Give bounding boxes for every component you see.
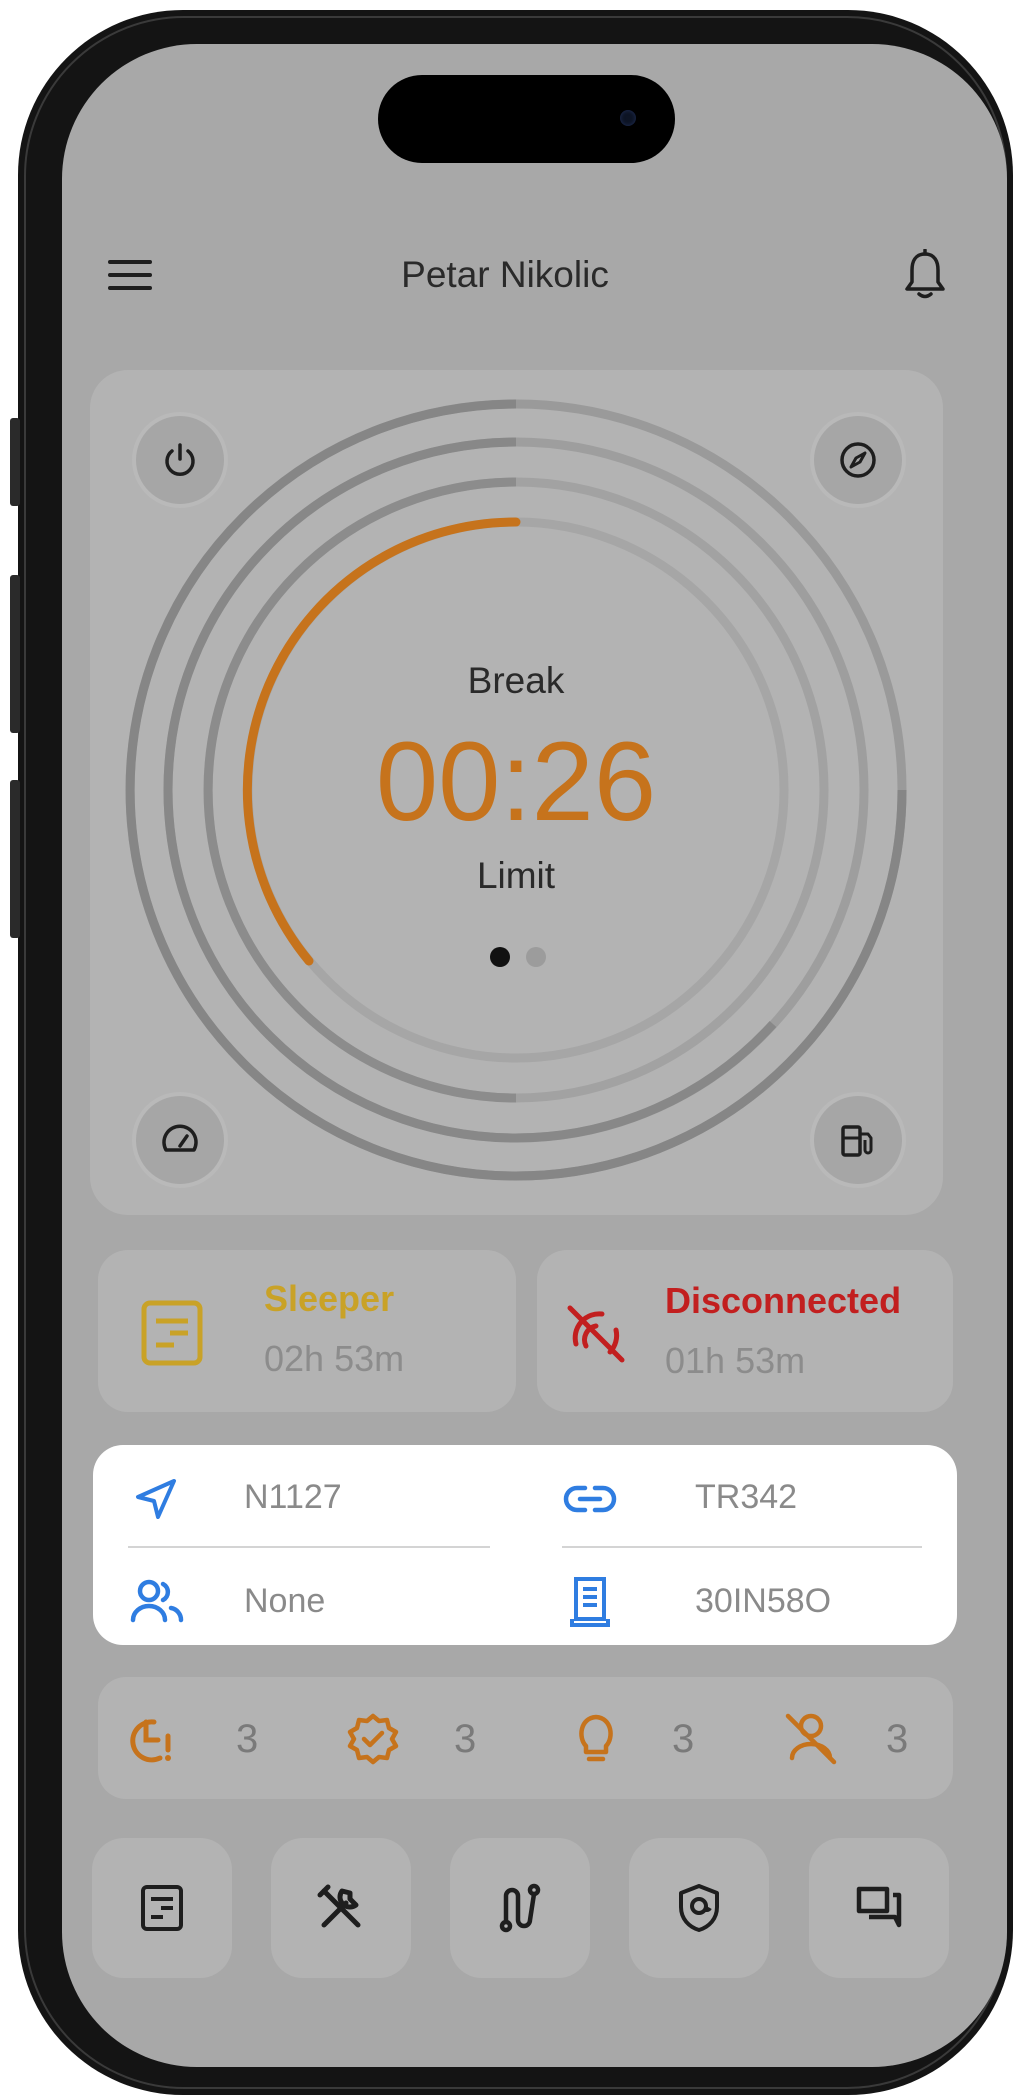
nav-inspection-button[interactable] bbox=[629, 1838, 769, 1978]
shipping-doc-icon bbox=[564, 1572, 616, 1632]
disconnected-title: Disconnected bbox=[665, 1280, 902, 1321]
page-dot[interactable] bbox=[526, 947, 546, 967]
sleeper-title: Sleeper bbox=[264, 1278, 395, 1319]
front-camera bbox=[620, 110, 636, 126]
page-dot-active[interactable] bbox=[490, 947, 510, 967]
sleeper-log-icon bbox=[134, 1295, 210, 1371]
certified-count: 3 bbox=[454, 1717, 477, 1761]
compass-icon bbox=[840, 442, 876, 478]
fuel-pump-icon bbox=[841, 1125, 873, 1157]
timer-sub-label: Limit bbox=[476, 855, 556, 896]
violation-count: 3 bbox=[236, 1717, 259, 1761]
violation-timer-icon[interactable] bbox=[122, 1712, 178, 1768]
info-divider-left bbox=[128, 1546, 490, 1548]
logs-icon bbox=[141, 1885, 183, 1931]
info-divider-right bbox=[562, 1546, 922, 1548]
speedometer-icon bbox=[162, 1124, 198, 1152]
messages-icon bbox=[856, 1886, 902, 1928]
power-button[interactable] bbox=[136, 416, 224, 504]
bell-icon[interactable] bbox=[893, 240, 957, 310]
unassigned-count: 3 bbox=[886, 1717, 909, 1761]
lightbulb-icon[interactable] bbox=[572, 1710, 620, 1768]
nav-route-button[interactable] bbox=[450, 1838, 590, 1978]
inspection-shield-icon bbox=[679, 1884, 719, 1932]
action-button bbox=[10, 418, 20, 506]
link-icon bbox=[560, 1473, 620, 1525]
fuel-button[interactable] bbox=[814, 1096, 902, 1184]
timer-value: 00:26 bbox=[375, 719, 657, 844]
route-icon bbox=[499, 1883, 541, 1933]
unassigned-driver-icon[interactable] bbox=[780, 1708, 842, 1770]
nav-messages-button[interactable] bbox=[809, 1838, 949, 1978]
volume-down-button bbox=[10, 780, 20, 938]
disconnected-duration: 01h 53m bbox=[665, 1340, 806, 1381]
shipping-doc-value[interactable]: 30IN58O bbox=[695, 1582, 831, 1621]
co-driver-value[interactable]: None bbox=[244, 1582, 325, 1621]
vehicle-id[interactable]: N1127 bbox=[244, 1478, 342, 1517]
compass-button[interactable] bbox=[814, 416, 902, 504]
volume-up-button bbox=[10, 575, 20, 733]
lightbulb-count: 3 bbox=[672, 1717, 695, 1761]
trailer-id[interactable]: TR342 bbox=[695, 1478, 797, 1517]
co-driver-icon bbox=[127, 1575, 187, 1627]
tools-icon bbox=[317, 1884, 361, 1928]
nav-logs-button[interactable] bbox=[92, 1838, 232, 1978]
hamburger-menu-icon[interactable] bbox=[100, 245, 160, 305]
power-icon bbox=[165, 443, 195, 476]
certified-badge-icon[interactable] bbox=[344, 1710, 402, 1768]
sleeper-duration: 02h 53m bbox=[264, 1338, 405, 1379]
location-arrow-icon bbox=[130, 1473, 182, 1525]
disconnected-signal-icon bbox=[560, 1298, 632, 1370]
nav-tools-button[interactable] bbox=[271, 1838, 411, 1978]
speedometer-button[interactable] bbox=[136, 1096, 224, 1184]
driver-name: Petar Nikolic bbox=[401, 254, 609, 295]
timer-status-label: Break bbox=[467, 660, 565, 701]
